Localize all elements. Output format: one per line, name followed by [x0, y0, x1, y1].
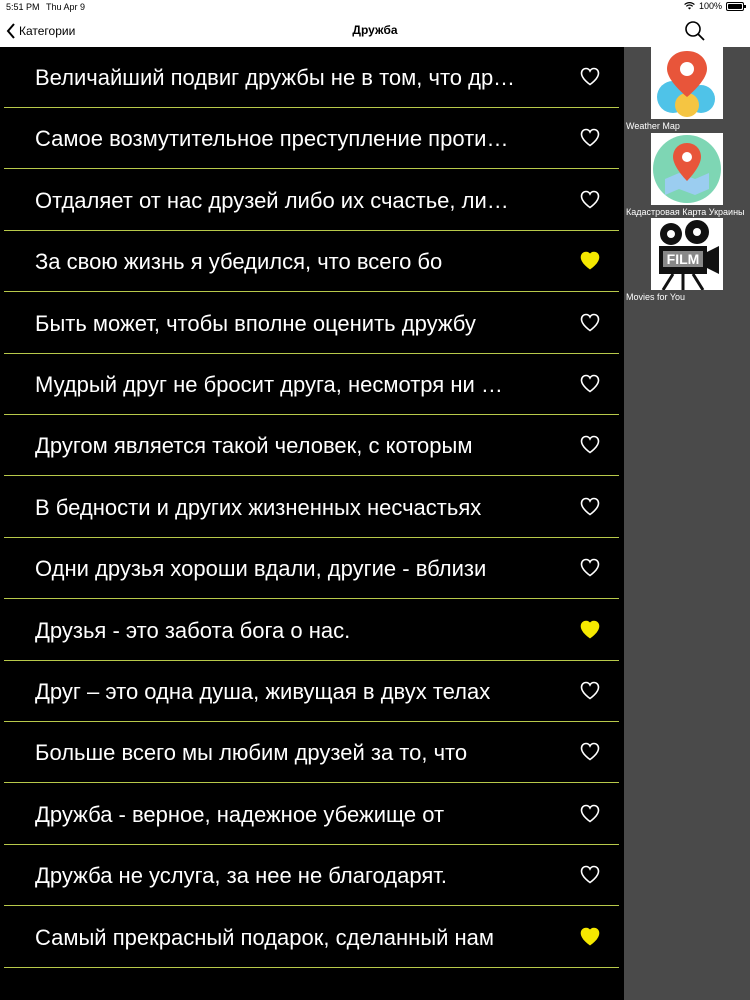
heart-outline-icon[interactable]	[580, 497, 600, 516]
heart-outline-icon[interactable]	[580, 374, 600, 393]
quote-row[interactable]: Быть может, чтобы вполне оценить дружбу	[4, 293, 619, 354]
heart-outline-icon[interactable]	[580, 558, 600, 577]
heart-filled-icon[interactable]	[580, 927, 600, 946]
quote-row[interactable]: Мудрый друг не бросит друга, несмотря ни…	[4, 354, 619, 415]
quote-text: Больше всего мы любим друзей за то, что	[35, 740, 468, 766]
quote-text: Самое возмутительное преступление против…	[35, 126, 515, 152]
quote-row[interactable]: Величайший подвиг дружбы не в том, что д…	[4, 47, 619, 108]
navigation-bar: Категории Дружба	[0, 14, 750, 48]
heart-outline-icon[interactable]	[580, 128, 600, 147]
battery-icon	[726, 1, 746, 11]
quote-text: Друг – это одна душа, живущая в двух тел…	[35, 679, 491, 704]
quote-row[interactable]: Самое возмутительное преступление против…	[4, 108, 619, 170]
heart-outline-icon[interactable]	[580, 313, 600, 332]
status-date: Thu Apr 9	[46, 2, 86, 12]
quote-row[interactable]: Другом является такой человек, с которым	[4, 415, 619, 477]
heart-outline-icon[interactable]	[580, 681, 600, 700]
status-right: 100%	[684, 1, 746, 11]
battery-percent: 100%	[698, 1, 722, 11]
quote-text: Другом является такой человек, с которым	[35, 433, 473, 459]
quote-text: В бедности и других жизненных несчастьях	[35, 494, 482, 520]
heart-filled-icon[interactable]	[580, 620, 600, 639]
quote-text: Самый прекрасный подарок, сделанный нам	[35, 924, 495, 950]
heart-filled-icon[interactable]	[580, 251, 600, 270]
page-title: Дружба	[352, 23, 398, 37]
weather-map-icon	[651, 47, 723, 119]
search-icon[interactable]	[684, 20, 706, 42]
heart-outline-icon[interactable]	[580, 190, 600, 209]
quote-list: Величайший подвиг дружбы не в том, что д…	[0, 47, 624, 1000]
svg-text:FILM: FILM	[667, 251, 700, 267]
quote-text: Мудрый друг не бросит друга, несмотря ни…	[35, 372, 515, 397]
quote-text: Дружба - верное, надежное убежище от	[35, 801, 445, 827]
heart-outline-icon[interactable]	[580, 435, 600, 454]
quote-row[interactable]: В бедности и других жизненных несчастьях	[4, 477, 619, 538]
quote-row[interactable]: Дружба не услуга, за нее не благодарят.	[4, 845, 619, 907]
quote-row[interactable]: Отдаляет от нас друзей либо их счастье, …	[4, 170, 619, 231]
quote-row[interactable]: Друг – это одна душа, живущая в двух тел…	[4, 661, 619, 722]
heart-outline-icon[interactable]	[580, 804, 600, 823]
quote-text: Быть может, чтобы вполне оценить дружбу	[35, 310, 476, 336]
quote-text: Дружба не услуга, за нее не благодарят.	[35, 863, 447, 889]
heart-outline-icon[interactable]	[580, 742, 600, 761]
quote-row[interactable]: Дружба - верное, надежное убежище от	[4, 784, 619, 845]
quote-row[interactable]: Самый прекрасный подарок, сделанный нам	[4, 907, 619, 968]
app-ad-label: Кадастровая Карта Украины	[626, 207, 745, 217]
cadastral-map-icon	[651, 133, 723, 205]
quote-text: Величайший подвиг дружбы не в том, что д…	[35, 65, 515, 90]
wifi-icon	[684, 2, 695, 10]
quote-text: За свою жизнь я убедился, что всего бо	[35, 249, 443, 275]
quote-text: Отдаляет от нас друзей либо их счастье, …	[35, 187, 515, 213]
quote-row[interactable]: Друзья - это забота бога о нас.	[4, 600, 619, 661]
quote-row[interactable]: За свою жизнь я убедился, что всего бо	[4, 231, 619, 293]
heart-outline-icon[interactable]	[580, 865, 600, 884]
quote-text: Друзья - это забота бога о нас.	[35, 617, 351, 643]
film-camera-icon: FILM	[651, 218, 723, 290]
app-ad-label: Movies for You	[626, 292, 686, 302]
quote-row[interactable]: Одни друзья хороши вдали, другие - вблиз…	[4, 538, 619, 600]
status-bar: 5:51 PM Thu Apr 9 100%	[0, 0, 750, 14]
heart-outline-icon[interactable]	[580, 67, 600, 86]
app-ads-sidebar: Weather Map Кадастровая Карта Украины FILM…	[624, 47, 750, 1000]
status-time: 5:51 PM	[6, 2, 40, 12]
quote-row[interactable]: Больше всего мы любим друзей за то, что	[4, 722, 619, 784]
quote-text: Одни друзья хороши вдали, другие - вблиз…	[35, 556, 487, 582]
app-ad-label: Weather Map	[626, 121, 680, 131]
